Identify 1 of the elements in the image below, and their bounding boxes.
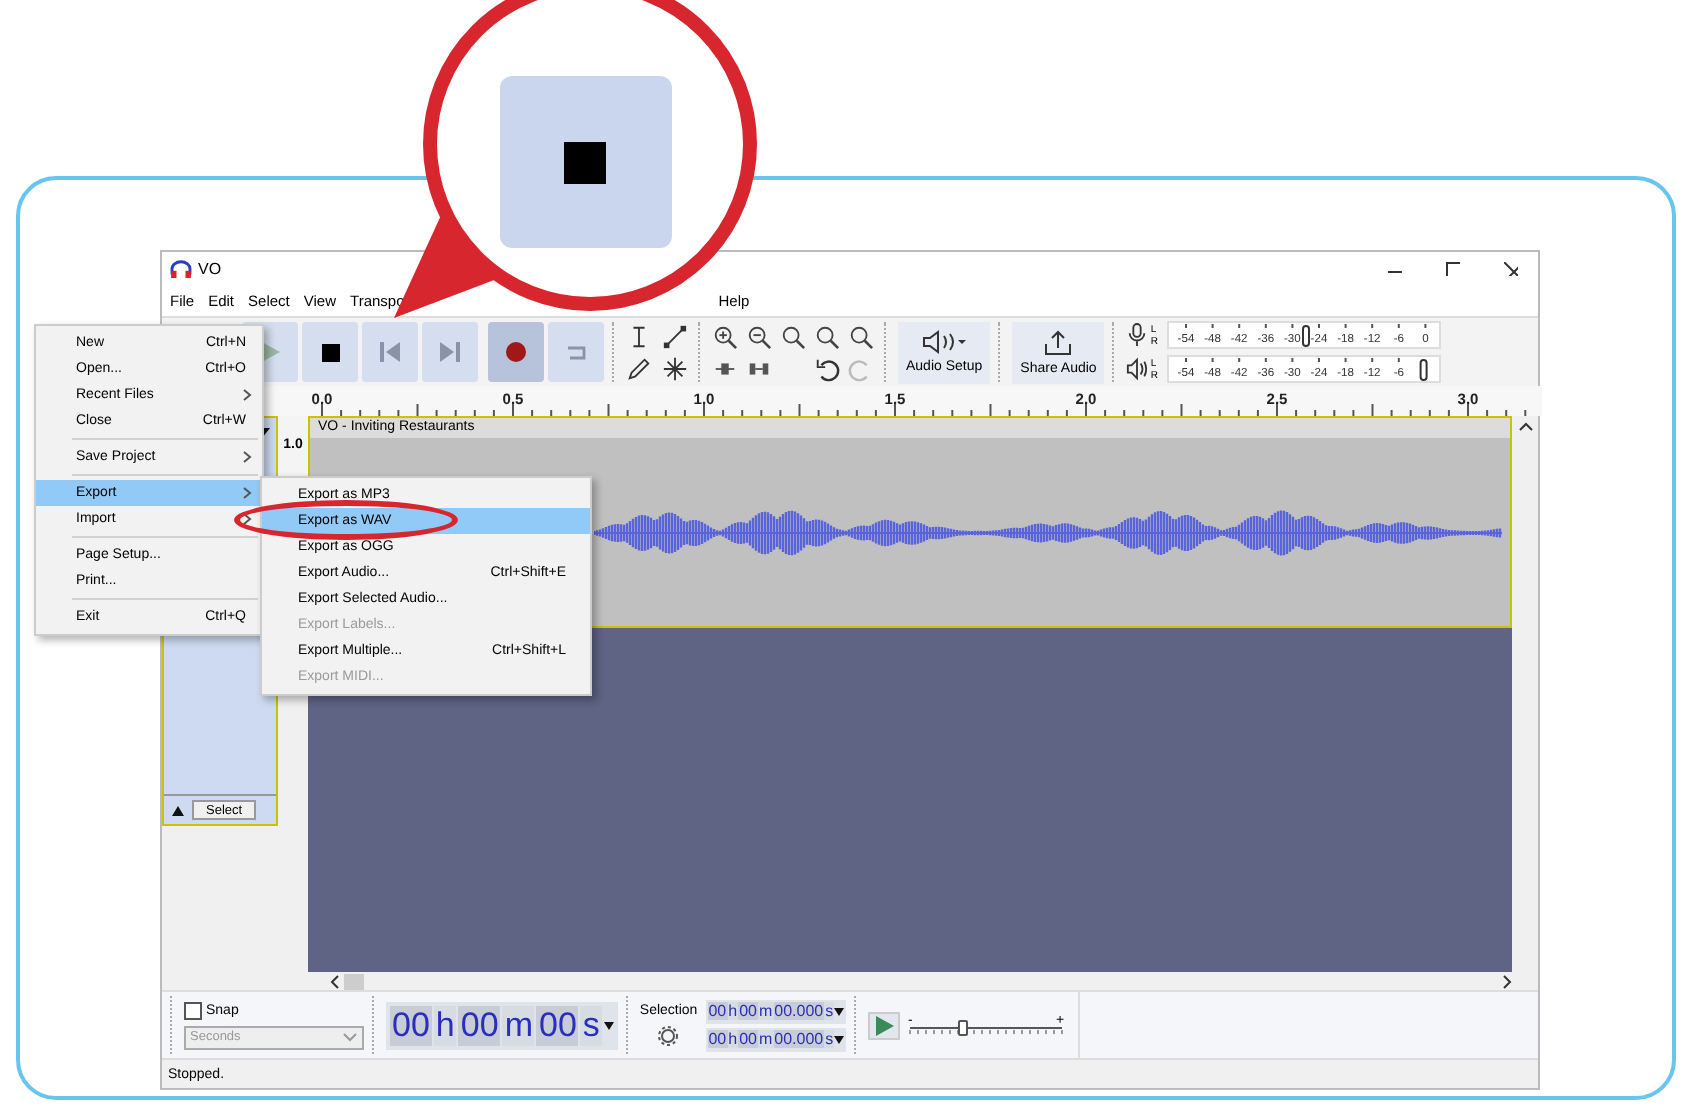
window-title: VO bbox=[198, 260, 222, 279]
